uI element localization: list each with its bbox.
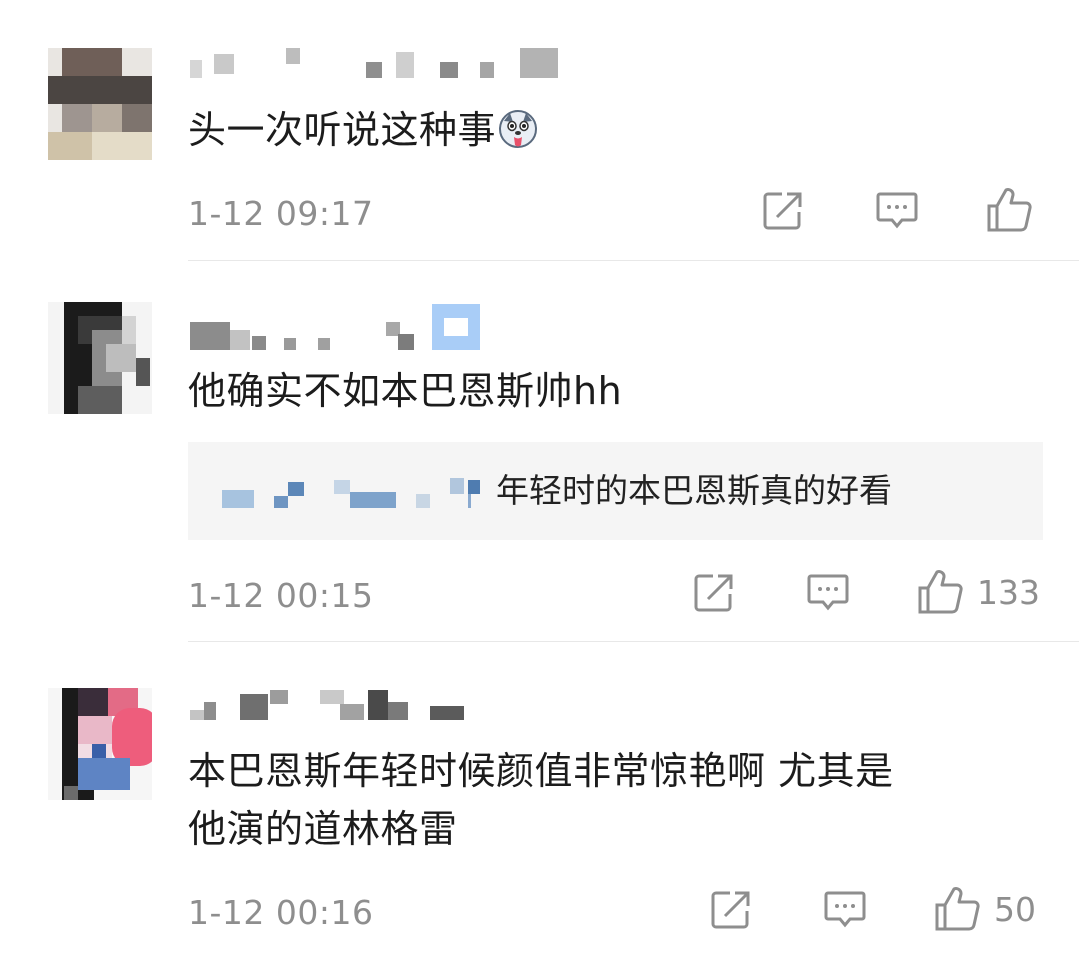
like-icon bbox=[935, 887, 980, 931]
comment-time: 1-12 00:16 bbox=[188, 893, 374, 932]
comment-icon bbox=[824, 891, 866, 928]
reply-button[interactable] bbox=[823, 889, 867, 931]
username-blurred[interactable] bbox=[190, 690, 480, 720]
comment-item: 本巴恩斯年轻时候颜值非常惊艳啊 尤其是 他演的道林格雷 1-12 00:16 5… bbox=[0, 0, 1079, 964]
share-icon bbox=[711, 891, 750, 929]
share-button[interactable] bbox=[710, 889, 752, 931]
avatar[interactable] bbox=[48, 688, 152, 800]
comment-text-line1: 本巴恩斯年轻时候颜值非常惊艳啊 尤其是 bbox=[188, 749, 894, 793]
like-button[interactable]: 50 bbox=[934, 885, 1036, 933]
comment-text-line2: 他演的道林格雷 bbox=[188, 807, 458, 851]
like-count: 50 bbox=[994, 889, 1036, 929]
